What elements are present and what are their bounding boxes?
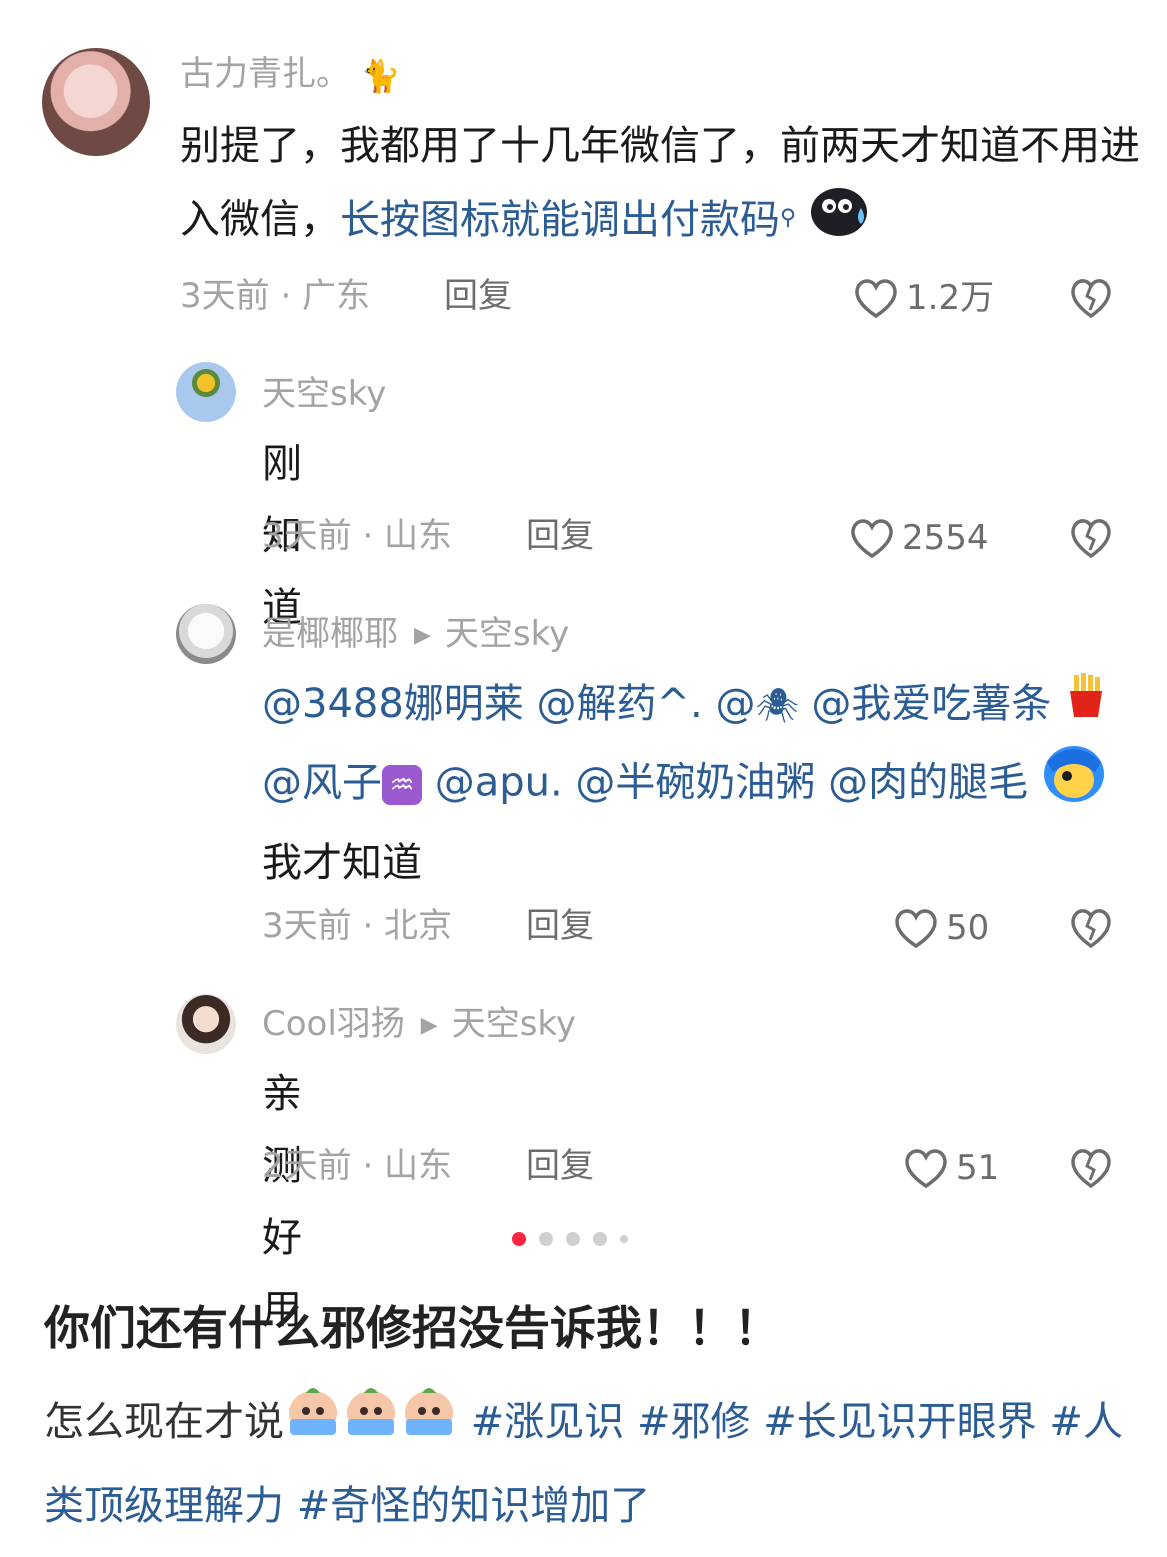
search-link[interactable]: 长按图标就能调出付款码⚲ bbox=[340, 197, 796, 243]
comment-text: @3488娜明莱 @解药^. @🕷 @我爱吃薯条 @风子 ♒ @apu. @半碗奶… bbox=[262, 668, 1142, 899]
comment-meta: 3天前 · 广东 bbox=[180, 276, 371, 316]
like-button[interactable]: 2554 bbox=[848, 516, 989, 560]
heart-icon bbox=[855, 279, 897, 319]
like-button[interactable]: 50 bbox=[892, 906, 989, 950]
mention[interactable]: @3488娜明莱 bbox=[262, 681, 524, 727]
pager-dot[interactable] bbox=[539, 1232, 553, 1246]
mention[interactable]: @解药^. bbox=[537, 681, 703, 727]
avatar[interactable] bbox=[176, 604, 236, 664]
fries-emoji bbox=[1064, 670, 1108, 742]
hashtag[interactable]: #长见识开眼界 bbox=[763, 1399, 1037, 1445]
mention[interactable]: @我爱吃薯条 bbox=[811, 681, 1051, 727]
avatar[interactable] bbox=[42, 48, 150, 156]
spider-emoji: 🕷 bbox=[755, 686, 799, 726]
image-pager[interactable] bbox=[512, 1232, 641, 1246]
pager-dot[interactable] bbox=[620, 1235, 628, 1243]
mention[interactable]: @apu. bbox=[435, 760, 563, 806]
heart-icon bbox=[895, 909, 937, 949]
post-title: 你们还有什么邪修招没告诉我！！！ bbox=[44, 1301, 780, 1355]
broken-heart-icon[interactable] bbox=[1068, 906, 1114, 950]
like-count: 50 bbox=[946, 908, 990, 948]
like-button[interactable]: 51 bbox=[902, 1146, 999, 1190]
username[interactable]: Cool羽扬 ▶ 天空sky bbox=[262, 1004, 576, 1046]
reply-button[interactable]: 回复 bbox=[444, 276, 512, 316]
crying-peach-emoji bbox=[400, 1383, 458, 1466]
heart-icon bbox=[851, 519, 893, 559]
comment-meta: 3天前 · 山东 bbox=[262, 516, 453, 556]
username[interactable]: 古力青扎。 🐈 bbox=[180, 54, 401, 96]
reply-button[interactable]: 回复 bbox=[526, 906, 594, 946]
hashtag[interactable]: #奇怪的知识增加了 bbox=[297, 1483, 651, 1529]
reply-button[interactable]: 回复 bbox=[526, 1146, 594, 1186]
blue-hair-emoji bbox=[1041, 742, 1107, 827]
pager-dot[interactable] bbox=[566, 1232, 580, 1246]
pager-dot[interactable] bbox=[512, 1232, 526, 1246]
comment-meta: 3天前 · 北京 bbox=[262, 906, 453, 946]
broken-heart-icon[interactable] bbox=[1068, 516, 1114, 560]
like-count: 51 bbox=[956, 1148, 1000, 1188]
mention[interactable]: @🕷 bbox=[715, 681, 798, 727]
heart-icon bbox=[905, 1149, 947, 1189]
hashtag[interactable]: #邪修 bbox=[637, 1399, 751, 1445]
mention[interactable]: @肉的腿毛 bbox=[828, 760, 1028, 806]
username[interactable]: 天空sky bbox=[262, 374, 386, 414]
like-count: 2554 bbox=[902, 518, 989, 558]
hashtag[interactable]: #涨见识 bbox=[471, 1399, 625, 1445]
like-count: 1.2万 bbox=[906, 278, 995, 318]
search-small-icon: ⚲ bbox=[780, 205, 797, 230]
broken-heart-icon[interactable] bbox=[1068, 276, 1114, 320]
avatar[interactable] bbox=[176, 362, 236, 422]
username[interactable]: 是椰椰耶 ▶ 天空sky bbox=[262, 614, 569, 656]
reply-arrow-icon: ▶ bbox=[420, 1012, 438, 1038]
reply-button[interactable]: 回复 bbox=[526, 516, 594, 556]
mention[interactable]: @风子 ♒ bbox=[262, 760, 422, 806]
aquarius-emoji: ♒ bbox=[382, 764, 422, 805]
reply-arrow-icon: ▶ bbox=[414, 622, 431, 648]
cat-emoji: 🐈 bbox=[360, 56, 401, 95]
comment-meta: 2天前 · 山东 bbox=[262, 1146, 453, 1186]
avatar[interactable] bbox=[176, 994, 236, 1054]
like-button[interactable]: 1.2万 bbox=[852, 276, 994, 320]
sweat-emoji bbox=[809, 182, 871, 261]
crying-peach-emoji bbox=[284, 1383, 342, 1466]
broken-heart-icon[interactable] bbox=[1068, 1146, 1114, 1190]
mention[interactable]: @半碗奶油粥 bbox=[575, 760, 815, 806]
comment-text: 别提了，我都用了十几年微信了，前两天才知道不用进入微信，长按图标就能调出付款码⚲ bbox=[180, 110, 1140, 261]
crying-peach-emoji bbox=[342, 1383, 400, 1466]
post-body: 怎么现在才说 #涨见识 #邪修 #长见识开眼界 #人类顶级理解力 #奇怪的知识增… bbox=[44, 1382, 1134, 1546]
pager-dot[interactable] bbox=[593, 1232, 607, 1246]
